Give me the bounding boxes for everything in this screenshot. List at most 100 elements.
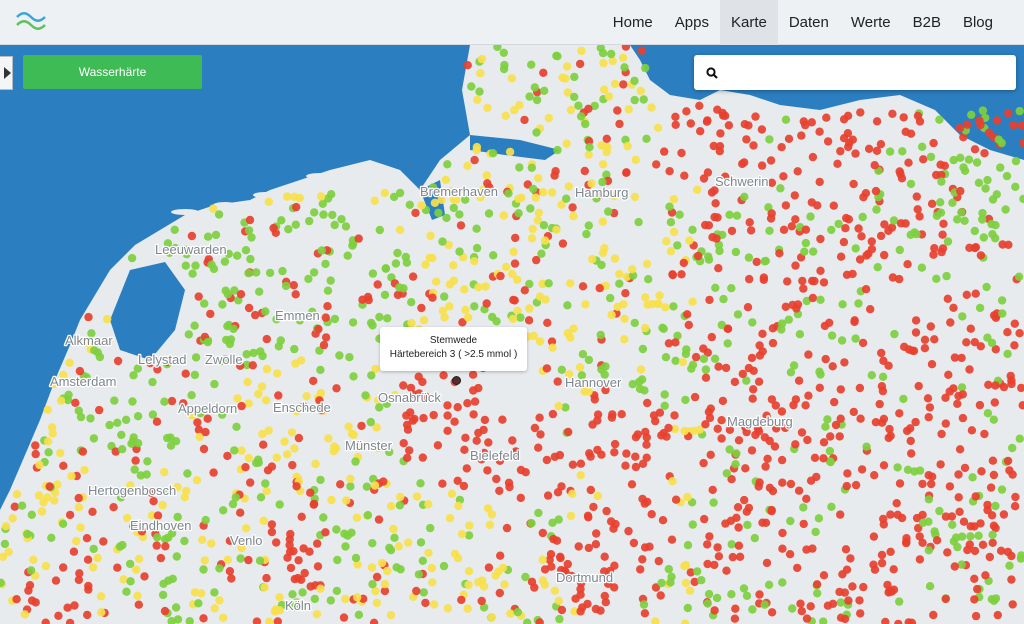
hardness-dot	[841, 545, 851, 554]
hardness-dot	[56, 396, 66, 405]
hardness-dot	[64, 390, 73, 399]
hardness-dot	[679, 258, 688, 268]
city-label: Zwolle	[205, 352, 243, 367]
sidebar-toggle-button[interactable]	[0, 56, 13, 90]
hardness-dot	[855, 383, 865, 393]
hardness-dot	[78, 447, 88, 456]
hardness-dot	[992, 116, 1002, 125]
hardness-dot	[1010, 502, 1020, 511]
hardness-dot	[262, 486, 271, 496]
hardness-dot	[227, 574, 236, 583]
hardness-dot	[826, 432, 835, 441]
hardness-dot	[836, 147, 845, 156]
hardness-dot	[1007, 376, 1016, 385]
hardness-dot	[880, 250, 889, 260]
hardness-dot	[888, 109, 897, 119]
hardness-dot	[699, 354, 709, 364]
hardness-dot	[895, 245, 904, 255]
hardness-dot	[610, 254, 620, 263]
hardness-dot	[987, 338, 997, 348]
hardness-dot	[532, 95, 542, 105]
hardness-dot	[799, 284, 808, 293]
hardness-dot	[954, 470, 963, 479]
hardness-dot	[899, 113, 908, 122]
hardness-dot	[926, 152, 936, 162]
hardness-dot	[1008, 443, 1017, 453]
hardness-dot	[636, 565, 645, 574]
hardness-dot	[642, 440, 651, 449]
hardness-dot	[309, 376, 318, 386]
hardness-dot	[768, 338, 778, 348]
hardness-dot	[895, 597, 904, 606]
hardness-dot	[840, 358, 849, 367]
nav-apps[interactable]: Apps	[664, 0, 720, 45]
hardness-dot	[479, 425, 488, 435]
hardness-dot	[867, 371, 876, 380]
hardness-dot	[822, 113, 831, 122]
hardness-dot	[630, 192, 640, 202]
hardness-dot	[685, 236, 694, 245]
hardness-dot	[816, 295, 825, 304]
hardness-dot	[949, 303, 958, 312]
hardness-dot	[223, 322, 232, 331]
hardness-dot	[457, 595, 466, 605]
hardness-dot	[797, 428, 807, 437]
hardness-dot	[568, 203, 577, 212]
hardness-dot	[719, 294, 728, 304]
nav-home[interactable]: Home	[602, 0, 664, 45]
hardness-dot	[950, 562, 959, 571]
hardness-dot	[600, 244, 609, 253]
tooltip-detail: Härtebereich 3 ( >2.5 mmol )	[389, 349, 518, 360]
hardness-dot	[153, 533, 162, 542]
hardness-dot	[660, 390, 669, 399]
nav-blog[interactable]: Blog	[952, 0, 1004, 45]
hardness-dot	[191, 353, 201, 362]
hardness-dot	[793, 167, 802, 176]
hardness-dot	[330, 314, 340, 324]
hardness-dot	[464, 531, 474, 540]
hardness-dot	[426, 231, 435, 240]
hardness-dot	[870, 471, 879, 480]
hardness-dot	[653, 123, 663, 132]
hardness-dot	[173, 615, 183, 624]
wasserhaerte-button[interactable]: Wasserhärte	[23, 55, 202, 89]
nav-werte[interactable]: Werte	[840, 0, 902, 45]
hardness-dot	[915, 555, 925, 564]
nav-b2b[interactable]: B2B	[902, 0, 952, 45]
hardness-dot	[76, 412, 86, 422]
hardness-dot	[735, 552, 745, 561]
nav-daten[interactable]: Daten	[778, 0, 840, 45]
nav-karte[interactable]: Karte	[719, 0, 778, 45]
search-icon[interactable]	[706, 67, 718, 79]
location-tooltip: Stemwede Härtebereich 3 ( >2.5 mmol )	[380, 327, 527, 371]
hardness-dot	[837, 336, 847, 345]
hardness-dot	[538, 528, 547, 538]
hardness-dot	[450, 417, 459, 426]
hardness-dot	[776, 184, 785, 193]
hardness-dot	[728, 552, 737, 562]
hardness-dot	[687, 364, 696, 373]
hardness-dot	[589, 502, 598, 512]
waves-logo-icon[interactable]	[14, 8, 48, 36]
triangle-right-icon	[3, 67, 11, 79]
hardness-dot	[1004, 240, 1013, 249]
hardness-dot	[275, 593, 284, 602]
hardness-dot	[487, 613, 496, 622]
search-input[interactable]	[728, 61, 1002, 85]
selected-location-marker[interactable]	[452, 376, 461, 385]
map[interactable]: Bremerhaven Hamburg Schwerin Leeuwarden Alkm…	[0, 0, 1024, 624]
hardness-dot	[652, 160, 661, 169]
hardness-dot	[83, 555, 93, 564]
hardness-dot	[554, 515, 563, 524]
hardness-dot	[714, 552, 724, 561]
hardness-dot	[562, 194, 571, 203]
hardness-dot	[59, 461, 68, 470]
hardness-dot	[689, 426, 699, 435]
hardness-dot	[801, 401, 810, 410]
hardness-dot	[677, 148, 686, 158]
hardness-dot	[667, 535, 677, 544]
hardness-dot	[610, 448, 619, 457]
hardness-dot	[358, 295, 367, 304]
hardness-dot	[706, 450, 715, 459]
hardness-dot	[367, 563, 377, 572]
